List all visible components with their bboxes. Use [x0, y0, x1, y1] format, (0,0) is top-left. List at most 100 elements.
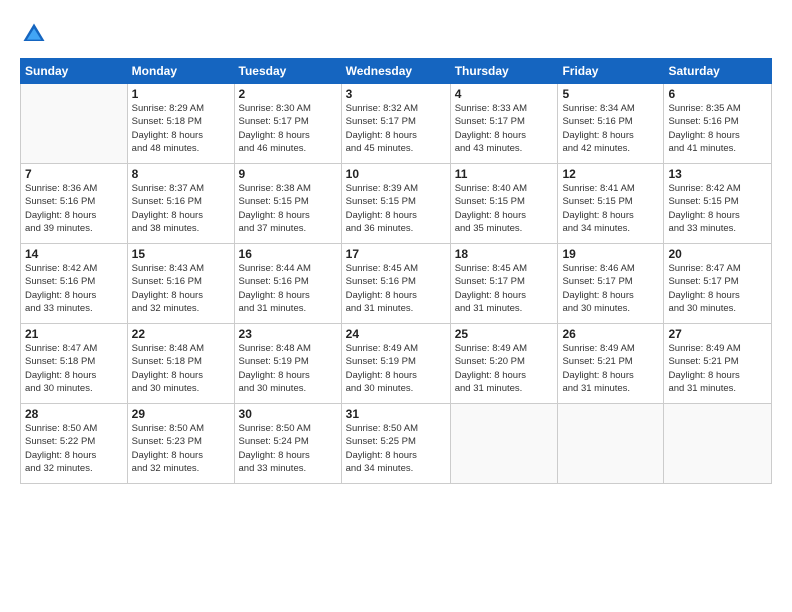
day-number: 6: [668, 87, 767, 101]
calendar-cell: 14Sunrise: 8:42 AM Sunset: 5:16 PM Dayli…: [21, 244, 128, 324]
day-number: 20: [668, 247, 767, 261]
day-info: Sunrise: 8:49 AM Sunset: 5:21 PM Dayligh…: [668, 342, 767, 395]
day-info: Sunrise: 8:46 AM Sunset: 5:17 PM Dayligh…: [562, 262, 659, 315]
day-number: 25: [455, 327, 554, 341]
day-info: Sunrise: 8:43 AM Sunset: 5:16 PM Dayligh…: [132, 262, 230, 315]
header: [20, 18, 772, 48]
day-number: 7: [25, 167, 123, 181]
day-info: Sunrise: 8:48 AM Sunset: 5:18 PM Dayligh…: [132, 342, 230, 395]
day-info: Sunrise: 8:50 AM Sunset: 5:25 PM Dayligh…: [346, 422, 446, 475]
day-number: 14: [25, 247, 123, 261]
day-info: Sunrise: 8:41 AM Sunset: 5:15 PM Dayligh…: [562, 182, 659, 235]
day-number: 15: [132, 247, 230, 261]
weekday-sunday: Sunday: [21, 59, 128, 84]
calendar-cell: 26Sunrise: 8:49 AM Sunset: 5:21 PM Dayli…: [558, 324, 664, 404]
calendar-cell: 8Sunrise: 8:37 AM Sunset: 5:16 PM Daylig…: [127, 164, 234, 244]
day-number: 31: [346, 407, 446, 421]
calendar-cell: 16Sunrise: 8:44 AM Sunset: 5:16 PM Dayli…: [234, 244, 341, 324]
calendar-cell: 6Sunrise: 8:35 AM Sunset: 5:16 PM Daylig…: [664, 84, 772, 164]
calendar-cell: 19Sunrise: 8:46 AM Sunset: 5:17 PM Dayli…: [558, 244, 664, 324]
day-number: 24: [346, 327, 446, 341]
day-info: Sunrise: 8:49 AM Sunset: 5:21 PM Dayligh…: [562, 342, 659, 395]
day-info: Sunrise: 8:35 AM Sunset: 5:16 PM Dayligh…: [668, 102, 767, 155]
calendar-cell: 15Sunrise: 8:43 AM Sunset: 5:16 PM Dayli…: [127, 244, 234, 324]
calendar-cell: [21, 84, 128, 164]
day-info: Sunrise: 8:40 AM Sunset: 5:15 PM Dayligh…: [455, 182, 554, 235]
calendar-cell: 2Sunrise: 8:30 AM Sunset: 5:17 PM Daylig…: [234, 84, 341, 164]
weekday-friday: Friday: [558, 59, 664, 84]
weekday-header-row: SundayMondayTuesdayWednesdayThursdayFrid…: [21, 59, 772, 84]
day-number: 1: [132, 87, 230, 101]
day-info: Sunrise: 8:34 AM Sunset: 5:16 PM Dayligh…: [562, 102, 659, 155]
weekday-tuesday: Tuesday: [234, 59, 341, 84]
day-info: Sunrise: 8:39 AM Sunset: 5:15 PM Dayligh…: [346, 182, 446, 235]
day-number: 12: [562, 167, 659, 181]
calendar-cell: 13Sunrise: 8:42 AM Sunset: 5:15 PM Dayli…: [664, 164, 772, 244]
day-number: 8: [132, 167, 230, 181]
day-number: 16: [239, 247, 337, 261]
day-info: Sunrise: 8:49 AM Sunset: 5:19 PM Dayligh…: [346, 342, 446, 395]
day-number: 17: [346, 247, 446, 261]
calendar-cell: 17Sunrise: 8:45 AM Sunset: 5:16 PM Dayli…: [341, 244, 450, 324]
calendar-cell: 20Sunrise: 8:47 AM Sunset: 5:17 PM Dayli…: [664, 244, 772, 324]
calendar-cell: 29Sunrise: 8:50 AM Sunset: 5:23 PM Dayli…: [127, 404, 234, 484]
page: SundayMondayTuesdayWednesdayThursdayFrid…: [0, 0, 792, 612]
calendar-cell: 31Sunrise: 8:50 AM Sunset: 5:25 PM Dayli…: [341, 404, 450, 484]
day-number: 27: [668, 327, 767, 341]
calendar-cell: 21Sunrise: 8:47 AM Sunset: 5:18 PM Dayli…: [21, 324, 128, 404]
calendar-cell: 12Sunrise: 8:41 AM Sunset: 5:15 PM Dayli…: [558, 164, 664, 244]
calendar-cell: [558, 404, 664, 484]
day-info: Sunrise: 8:33 AM Sunset: 5:17 PM Dayligh…: [455, 102, 554, 155]
day-number: 19: [562, 247, 659, 261]
weekday-saturday: Saturday: [664, 59, 772, 84]
calendar-cell: 5Sunrise: 8:34 AM Sunset: 5:16 PM Daylig…: [558, 84, 664, 164]
logo-icon: [20, 20, 48, 48]
day-info: Sunrise: 8:44 AM Sunset: 5:16 PM Dayligh…: [239, 262, 337, 315]
calendar-cell: 1Sunrise: 8:29 AM Sunset: 5:18 PM Daylig…: [127, 84, 234, 164]
day-number: 21: [25, 327, 123, 341]
day-number: 10: [346, 167, 446, 181]
calendar-cell: 25Sunrise: 8:49 AM Sunset: 5:20 PM Dayli…: [450, 324, 558, 404]
day-number: 18: [455, 247, 554, 261]
calendar-week-2: 7Sunrise: 8:36 AM Sunset: 5:16 PM Daylig…: [21, 164, 772, 244]
day-number: 28: [25, 407, 123, 421]
calendar-cell: 24Sunrise: 8:49 AM Sunset: 5:19 PM Dayli…: [341, 324, 450, 404]
day-number: 22: [132, 327, 230, 341]
day-info: Sunrise: 8:50 AM Sunset: 5:22 PM Dayligh…: [25, 422, 123, 475]
day-number: 11: [455, 167, 554, 181]
day-info: Sunrise: 8:50 AM Sunset: 5:23 PM Dayligh…: [132, 422, 230, 475]
calendar-cell: [664, 404, 772, 484]
day-info: Sunrise: 8:45 AM Sunset: 5:17 PM Dayligh…: [455, 262, 554, 315]
calendar-cell: 10Sunrise: 8:39 AM Sunset: 5:15 PM Dayli…: [341, 164, 450, 244]
day-info: Sunrise: 8:32 AM Sunset: 5:17 PM Dayligh…: [346, 102, 446, 155]
calendar-week-1: 1Sunrise: 8:29 AM Sunset: 5:18 PM Daylig…: [21, 84, 772, 164]
day-number: 23: [239, 327, 337, 341]
day-number: 29: [132, 407, 230, 421]
day-info: Sunrise: 8:37 AM Sunset: 5:16 PM Dayligh…: [132, 182, 230, 235]
day-number: 30: [239, 407, 337, 421]
calendar-cell: 28Sunrise: 8:50 AM Sunset: 5:22 PM Dayli…: [21, 404, 128, 484]
day-number: 9: [239, 167, 337, 181]
day-number: 13: [668, 167, 767, 181]
weekday-monday: Monday: [127, 59, 234, 84]
calendar-cell: 3Sunrise: 8:32 AM Sunset: 5:17 PM Daylig…: [341, 84, 450, 164]
calendar-week-3: 14Sunrise: 8:42 AM Sunset: 5:16 PM Dayli…: [21, 244, 772, 324]
day-info: Sunrise: 8:47 AM Sunset: 5:17 PM Dayligh…: [668, 262, 767, 315]
day-info: Sunrise: 8:36 AM Sunset: 5:16 PM Dayligh…: [25, 182, 123, 235]
day-info: Sunrise: 8:45 AM Sunset: 5:16 PM Dayligh…: [346, 262, 446, 315]
day-number: 5: [562, 87, 659, 101]
calendar-week-4: 21Sunrise: 8:47 AM Sunset: 5:18 PM Dayli…: [21, 324, 772, 404]
day-info: Sunrise: 8:50 AM Sunset: 5:24 PM Dayligh…: [239, 422, 337, 475]
calendar-cell: 23Sunrise: 8:48 AM Sunset: 5:19 PM Dayli…: [234, 324, 341, 404]
calendar-cell: 22Sunrise: 8:48 AM Sunset: 5:18 PM Dayli…: [127, 324, 234, 404]
weekday-thursday: Thursday: [450, 59, 558, 84]
day-info: Sunrise: 8:49 AM Sunset: 5:20 PM Dayligh…: [455, 342, 554, 395]
day-info: Sunrise: 8:30 AM Sunset: 5:17 PM Dayligh…: [239, 102, 337, 155]
day-info: Sunrise: 8:42 AM Sunset: 5:15 PM Dayligh…: [668, 182, 767, 235]
weekday-wednesday: Wednesday: [341, 59, 450, 84]
day-number: 26: [562, 327, 659, 341]
day-number: 2: [239, 87, 337, 101]
day-info: Sunrise: 8:29 AM Sunset: 5:18 PM Dayligh…: [132, 102, 230, 155]
calendar-cell: 9Sunrise: 8:38 AM Sunset: 5:15 PM Daylig…: [234, 164, 341, 244]
day-number: 3: [346, 87, 446, 101]
